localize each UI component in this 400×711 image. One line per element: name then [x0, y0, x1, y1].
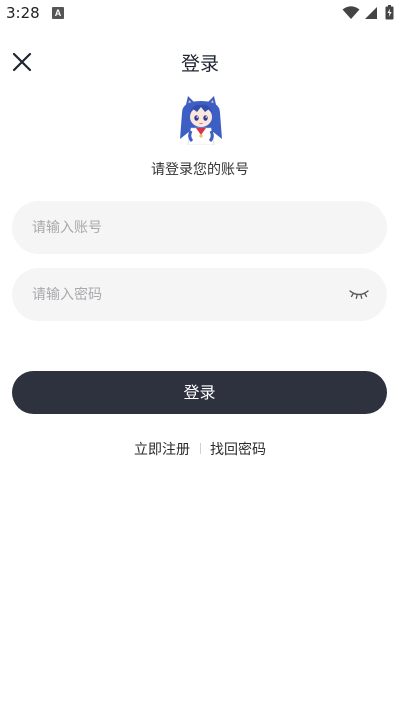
page-title: 登录 — [180, 53, 219, 75]
notification-app-icon: A — [52, 7, 64, 19]
wifi-icon — [342, 6, 360, 19]
password-input[interactable] — [32, 268, 342, 321]
password-field[interactable] — [12, 268, 387, 321]
status-bar: 3:28 A — [0, 0, 400, 28]
login-button[interactable]: 登录 — [12, 371, 387, 414]
account-field[interactable] — [12, 201, 387, 254]
login-screen: 3:28 A 登录 请登录您的账号 请输入账号 登录 立即注册 找回密码 — [0, 0, 400, 711]
account-input[interactable] — [32, 201, 342, 254]
password-visibility-toggle[interactable] — [349, 286, 369, 300]
login-subtitle: 请登录您的账号 — [151, 162, 249, 178]
app-logo-avatar — [176, 95, 226, 146]
register-link[interactable]: 立即注册 — [134, 439, 190, 459]
battery-icon — [385, 5, 394, 20]
forgot-password-link[interactable]: 找回密码 — [210, 439, 266, 459]
auth-links: 立即注册 找回密码 — [0, 439, 400, 459]
cell-signal-icon — [365, 7, 377, 19]
links-divider — [200, 443, 201, 454]
eye-closed-icon — [349, 290, 369, 299]
status-time: 3:28 — [6, 4, 40, 22]
